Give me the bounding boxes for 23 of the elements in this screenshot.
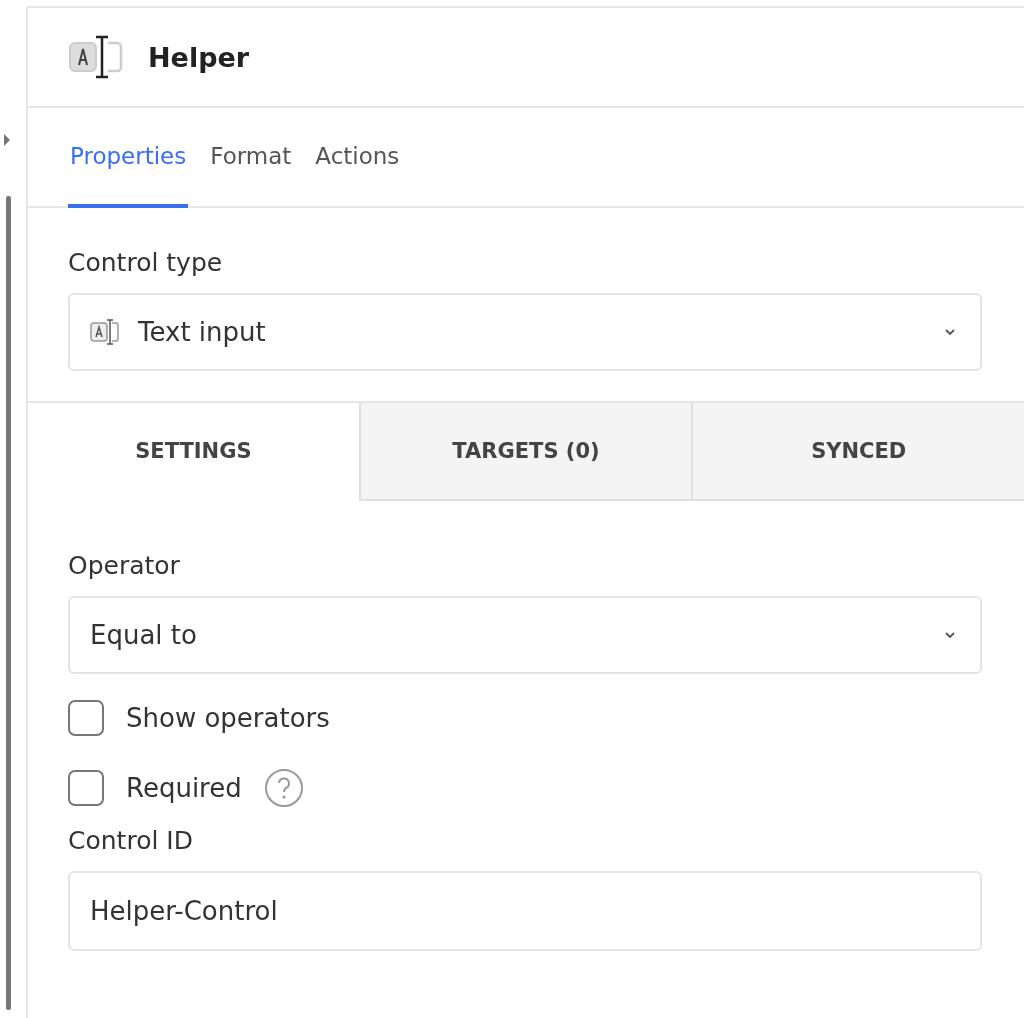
tab[interactable]: Format — [208, 108, 294, 208]
scrollbar[interactable] — [6, 196, 11, 1010]
field-label: Control ID — [68, 826, 194, 855]
operator-dropdown[interactable]: Equal to — [68, 596, 982, 674]
tab[interactable]: Properties — [68, 108, 189, 208]
tab[interactable]: Actions — [313, 108, 402, 208]
checkbox[interactable] — [68, 700, 104, 736]
text-input-icon — [90, 319, 120, 345]
checkbox-label: Show operators — [126, 703, 330, 733]
control-type-dropdown[interactable]: Text input — [68, 293, 982, 371]
chevron-down-icon — [944, 328, 956, 336]
checkbox-label: Required — [126, 773, 242, 803]
collapse-arrow-icon[interactable] — [4, 134, 10, 146]
field-label: Operator — [68, 551, 181, 580]
text-input-icon — [68, 33, 124, 81]
chevron-down-icon — [944, 631, 956, 639]
field-label: Control type — [68, 248, 224, 277]
section-tab[interactable]: SYNCED — [691, 403, 1024, 501]
checkbox[interactable] — [68, 770, 104, 806]
control-id-field[interactable]: Helper-Control — [68, 871, 982, 951]
panel-title: Helper — [148, 41, 250, 73]
section-tab[interactable]: TARGETS (0) — [358, 403, 692, 501]
help-icon[interactable] — [263, 768, 304, 808]
